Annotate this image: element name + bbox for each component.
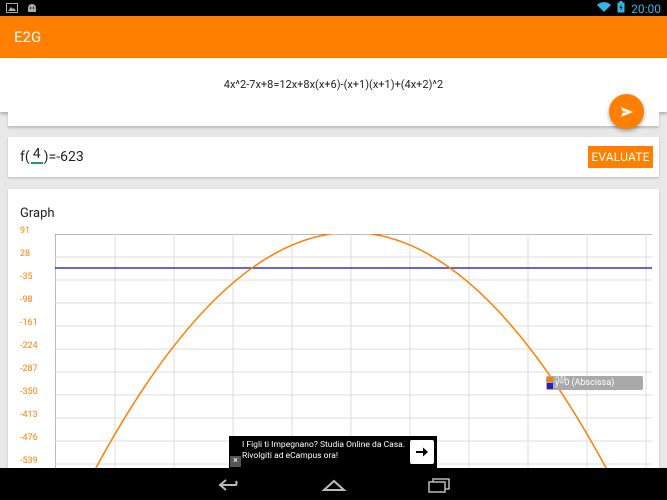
legend-swatch-fx [547,377,553,382]
battery-icon [617,1,625,16]
y-tick-label: -287 [20,364,38,374]
recent-apps-button[interactable] [425,476,453,494]
status-bar: 20:00 [0,0,667,16]
y-tick-label: -35 [20,272,33,282]
home-icon [321,479,347,491]
ad-text: I Figli ti Impegnano? Studia Online da C… [242,440,405,461]
y-tick-label: -539 [20,456,38,466]
function-result: )=-623 [43,149,84,165]
send-button[interactable] [609,94,644,129]
y-tick-label: -476 [20,433,38,443]
y-tick-label: -161 [20,318,38,328]
app-title: E2G [14,28,42,46]
equation-input[interactable]: 4x^2-7x+8=12x+8x(x+6)-(x+1)(x+1)+(4x+2)^… [0,78,667,91]
gallery-notification-icon [6,2,18,16]
y-tick-label: 91 [20,226,31,236]
legend-swatch-abscissa [547,383,553,389]
function-expression: f( 4 )=-623 [20,146,84,167]
equation-card-footer [8,112,659,126]
back-icon [218,479,238,491]
evaluate-button[interactable]: EVALUATE [588,146,653,168]
legend-label-abscissa: y=0 (Abscissa) [555,378,615,388]
ad-banner[interactable]: I Figli ti Impegnano? Studia Online da C… [229,436,437,468]
clock: 20:00 [631,1,661,16]
y-tick-label: -413 [20,410,38,420]
y-tick-label: -224 [20,341,38,351]
recent-apps-icon [428,478,450,493]
home-button[interactable] [320,476,348,494]
graph-legend: f(x) y=0 (Abscissa) [546,373,643,390]
x-value-input[interactable]: 4 [30,146,43,164]
app-bar: E2G [0,16,667,58]
navigation-bar [0,468,667,500]
ad-open-button[interactable] [410,440,434,464]
graph-title: Graph [20,206,55,221]
equation-card: 4x^2-7x+8=12x+8x(x+6)-(x+1)(x+1)+(4x+2)^… [0,58,667,112]
evaluate-card: f( 4 )=-623 EVALUATE [8,137,659,177]
arrow-right-icon [416,447,428,457]
android-notification-icon [26,2,38,16]
y-tick-label: 28 [20,249,31,259]
y-tick-label: -98 [20,295,33,305]
back-button[interactable] [215,476,243,494]
wifi-icon [597,1,612,16]
ad-close-button[interactable]: × [230,456,241,467]
send-icon [620,106,633,117]
function-prefix: f( [20,149,30,165]
y-tick-label: -350 [20,387,38,397]
